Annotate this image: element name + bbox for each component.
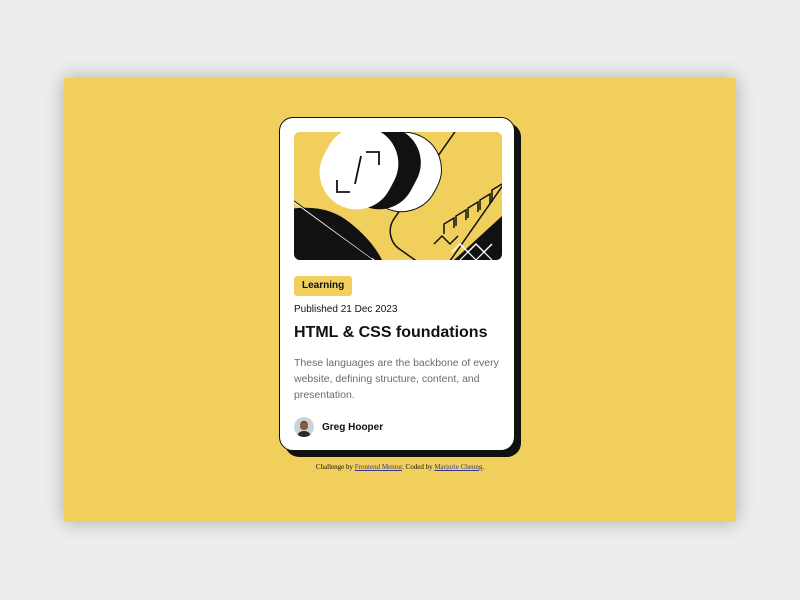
frontend-mentor-link[interactable]: Frontend Mentor <box>355 463 402 471</box>
attribution: Challenge by Frontend Mentor. Coded by M… <box>64 463 736 471</box>
blog-preview-card: Learning Published 21 Dec 2023 HTML & CS… <box>279 117 515 451</box>
page-viewport: Learning Published 21 Dec 2023 HTML & CS… <box>64 78 736 522</box>
illustration-svg <box>294 132 502 260</box>
avatar-icon <box>294 417 314 437</box>
card-title[interactable]: HTML & CSS foundations <box>294 324 487 342</box>
attribution-middle: . Coded by <box>402 463 435 471</box>
attribution-suffix: . <box>482 463 485 471</box>
author: Greg Hooper <box>294 417 383 437</box>
published-date: Published 21 Dec 2023 <box>294 304 398 315</box>
category-tag: Learning <box>294 276 353 296</box>
avatar <box>294 417 314 437</box>
author-link[interactable]: Marjorie Cheung <box>434 463 482 471</box>
author-name: Greg Hooper <box>322 421 384 433</box>
attribution-prefix: Challenge by <box>315 463 355 471</box>
article-illustration <box>294 132 502 260</box>
card-description: These languages are the backbone of ever… <box>294 357 499 401</box>
